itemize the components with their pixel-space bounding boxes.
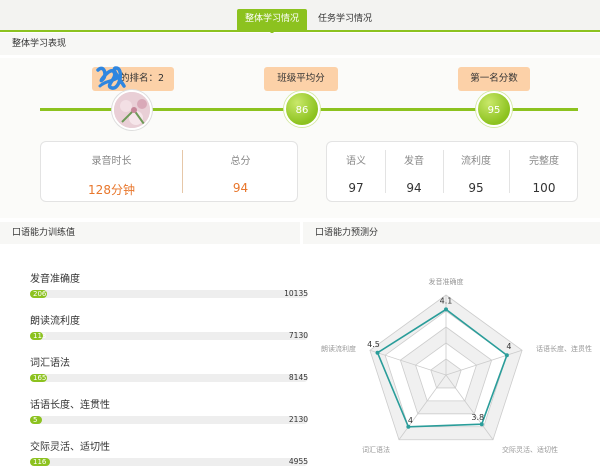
- radar-axis-label: 词汇语法: [362, 445, 390, 454]
- completeness-value: 100: [532, 181, 556, 195]
- class-avg-value: 86: [295, 105, 309, 116]
- radar-point: [504, 353, 509, 358]
- record-time-cell: 录音时长 128分钟: [41, 142, 182, 201]
- tab-tasks[interactable]: 任务学习情况: [312, 9, 378, 30]
- radar-point: [479, 422, 484, 427]
- ability-label: 话语长度、连贯性: [30, 400, 110, 411]
- ability-max: 4955: [288, 457, 308, 466]
- radar-chart: 4.1 4 3.8 4 4.5 发音准确度话语长度、连贯性交际灵活、适切性 词汇语法 朗读流利…: [316, 244, 600, 469]
- fluency-value: 95: [468, 181, 484, 195]
- radar-axis-label: 交际灵活、适切性: [502, 445, 558, 454]
- ability-track: 113 7130: [30, 331, 308, 340]
- avatar[interactable]: [112, 90, 152, 130]
- tab-overall[interactable]: 整体学习情况: [237, 9, 307, 34]
- ability-label: 朗读流利度: [30, 316, 80, 327]
- top-score-label: 第一名分数: [470, 73, 518, 84]
- top-score-value: 95: [487, 105, 501, 116]
- pronunciation-cell: 发音 94: [385, 142, 443, 201]
- radar-value-label: 4.1: [440, 296, 453, 305]
- ability-fill: 113: [30, 332, 47, 340]
- ability-max: 10135: [284, 289, 308, 298]
- top-score-tag: 第一名分数: [458, 67, 530, 96]
- ability-max: 7130: [288, 331, 308, 340]
- record-time-value: 128分钟: [88, 183, 135, 197]
- radar-value-label: 4.5: [367, 340, 380, 349]
- ability-max: 2130: [288, 415, 308, 424]
- ability-fill: 165: [30, 374, 47, 382]
- total-cell: 总分 94: [182, 142, 299, 201]
- ability-track: 116 4955: [30, 457, 308, 466]
- ability-value: 116: [33, 458, 47, 466]
- pronunciation-label: 发音: [404, 156, 424, 167]
- ability-track: 206 10135: [30, 289, 308, 298]
- ability-track: 5 2130: [30, 415, 308, 424]
- radar-axis-label: 话语长度、连贯性: [536, 344, 592, 353]
- ability-fill: 5: [30, 416, 42, 424]
- fluency-label: 流利度: [461, 156, 491, 167]
- ability-fill: 206: [30, 290, 47, 298]
- ability-value: 165: [33, 374, 47, 382]
- ability-label: 交际灵活、适切性: [30, 442, 110, 453]
- completeness-label: 完整度: [529, 156, 559, 167]
- semantic-label: 语义: [346, 156, 366, 167]
- top-score-circle: 95: [476, 91, 512, 127]
- ability-value: 5: [33, 416, 38, 424]
- radar-axis-label: 发音准确度: [429, 277, 464, 286]
- ability-max: 8145: [288, 373, 308, 382]
- scores-card: 语义 97 发音 94 流利度 95 完整度 100: [326, 141, 578, 202]
- class-avg-circle: 86: [284, 91, 320, 127]
- radar-value-label: 3.8: [471, 413, 484, 422]
- ability-section-title: 口语能力训练值: [0, 222, 300, 244]
- record-time-label: 录音时长: [91, 156, 132, 167]
- ability-fill: 116: [30, 458, 50, 466]
- total-label: 总分: [230, 156, 251, 167]
- tab-underline: [0, 30, 600, 32]
- radar-section-title: 口语能力预测分: [303, 222, 600, 244]
- radar-svg: 4.1 4 3.8 4 4.5 发音准确度话语长度、连贯性交际灵活、适切性 词汇语法 朗读流利…: [321, 277, 592, 454]
- radar-value-label: 4: [506, 342, 511, 351]
- radar-point: [406, 424, 411, 429]
- radar-point: [444, 307, 448, 312]
- completeness-cell: 完整度 100: [509, 142, 579, 201]
- ability-track: 165 8145: [30, 373, 308, 382]
- semantic-cell: 语义 97: [327, 142, 385, 201]
- ability-value: 113: [33, 332, 47, 340]
- fluency-cell: 流利度 95: [443, 142, 509, 201]
- radar-axis-label: 朗读流利度: [321, 344, 356, 353]
- class-avg-label: 班级平均分: [277, 73, 325, 84]
- ability-list: 发音准确度 206 10135 朗读流利度 113 7130 词汇语法 165 8145 话语长度…: [0, 244, 320, 469]
- ability-label: 发音准确度: [30, 274, 80, 285]
- radar-value-label: 4: [408, 416, 413, 425]
- overall-section-title: 整体学习表现: [0, 33, 600, 55]
- ability-value: 206: [33, 290, 47, 298]
- class-avg-tag: 班级平均分: [264, 67, 338, 96]
- summary-card: 录音时长 128分钟 总分 94: [40, 141, 298, 202]
- pronunciation-value: 94: [406, 181, 422, 195]
- tab-bar: 整体学习情况 任务学习情况: [0, 0, 600, 34]
- radar-point: [375, 350, 380, 355]
- total-value: 94: [232, 181, 249, 195]
- semantic-value: 97: [348, 181, 364, 195]
- name-scribble-icon: [96, 66, 126, 90]
- ability-label: 词汇语法: [30, 358, 70, 369]
